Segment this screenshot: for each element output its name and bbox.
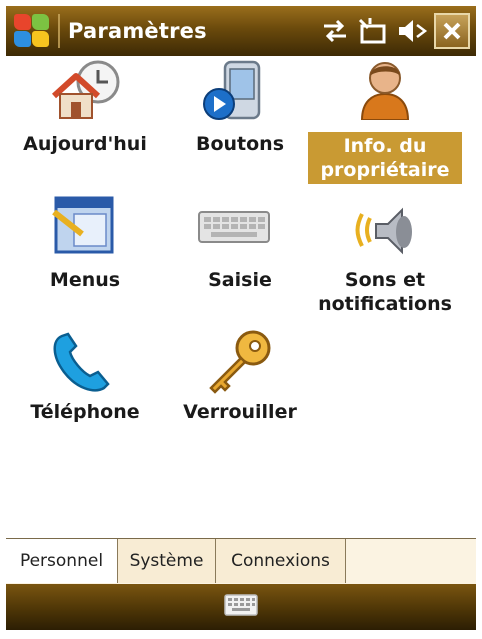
tile-menus[interactable]: Menus [10, 192, 160, 302]
connectivity-icon[interactable] [320, 17, 350, 45]
tile-today[interactable]: Aujourd'hui [10, 60, 160, 180]
title-separator [58, 14, 60, 48]
soft-key-bar [6, 584, 476, 630]
tab-systeme[interactable]: Système [118, 539, 216, 583]
today-icon [50, 60, 122, 126]
tile-label-line: Sons et [344, 269, 426, 291]
owner-icon [356, 58, 414, 124]
tab-bar: Personnel Système Connexions [6, 538, 476, 584]
tile-label-line: notifications [318, 293, 452, 315]
tile-label: Menus [49, 269, 121, 291]
sounds-icon [354, 194, 416, 262]
keyboard-input-icon [197, 210, 271, 248]
lock-key-icon [203, 328, 275, 400]
signal-icon[interactable] [356, 16, 390, 46]
title-bar: Paramètres [6, 6, 476, 56]
tile-label: Saisie [208, 269, 272, 291]
phone-icon [50, 330, 116, 400]
tile-label-line: propriétaire [320, 159, 450, 181]
tile-lock[interactable]: Verrouiller [165, 326, 315, 436]
menus-icon [52, 194, 118, 260]
tile-label: Aujourd'hui [23, 133, 147, 155]
buttons-icon [203, 60, 267, 128]
keyboard-icon[interactable] [224, 594, 258, 620]
tile-label: Téléphone [30, 401, 140, 423]
tab-personnel[interactable]: Personnel [6, 539, 118, 583]
close-icon [443, 22, 461, 40]
tab-connexions[interactable]: Connexions [216, 539, 346, 583]
windows-start-icon[interactable] [10, 10, 52, 52]
tile-label-line: Info. du [343, 135, 427, 157]
tile-label: Verrouiller [183, 401, 297, 423]
tile-sounds[interactable]: Sons et notifications [300, 192, 470, 322]
tile-phone[interactable]: Téléphone [10, 326, 160, 436]
tile-label-selected: Info. du propriétaire [308, 132, 462, 184]
page-title: Paramètres [68, 19, 207, 43]
tile-label: Boutons [195, 133, 285, 155]
status-icons [320, 6, 476, 56]
tile-input[interactable]: Saisie [165, 192, 315, 302]
tile-buttons[interactable]: Boutons [165, 60, 315, 180]
close-button[interactable] [434, 13, 470, 49]
tile-label: Sons et notifications [300, 268, 470, 316]
tab-bar-filler [346, 539, 476, 584]
volume-icon[interactable] [396, 17, 428, 45]
tile-owner-info[interactable]: Info. du propriétaire [300, 58, 470, 188]
